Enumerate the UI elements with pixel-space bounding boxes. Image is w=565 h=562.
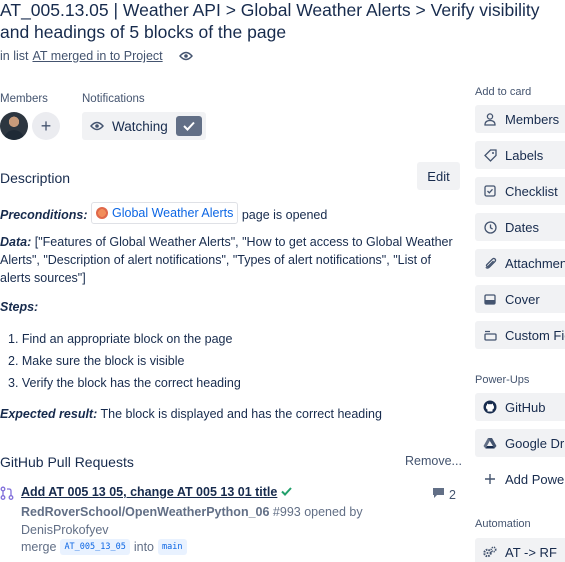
global-weather-alerts-link[interactable]: Global Weather Alerts xyxy=(91,202,239,224)
sidebar-labels-label: Labels xyxy=(505,147,544,163)
step-item: 1. Find an appropriate block on the page xyxy=(8,332,233,346)
expected-label: Expected result: xyxy=(0,407,98,421)
watch-button[interactable]: Watching xyxy=(82,112,206,140)
comment-count: 2 xyxy=(449,487,456,502)
github-pr-heading: GitHub Pull Requests xyxy=(0,454,134,470)
sidebar-labels-button[interactable]: Labels xyxy=(475,141,565,169)
check-icon xyxy=(176,116,202,136)
data-text: ["Features of Global Weather Alerts", "H… xyxy=(0,235,453,285)
sidebar-members-label: Members xyxy=(505,111,560,127)
pr-details: RedRoverSchool/OpenWeatherPython_06 #993… xyxy=(21,503,381,539)
plus-icon xyxy=(483,472,497,486)
custom-fields-icon xyxy=(483,328,497,342)
sidebar-attachment-label: Attachment xyxy=(505,255,565,271)
sidebar-dates-button[interactable]: Dates xyxy=(475,213,565,241)
sidebar-checklist-label: Checklist xyxy=(505,183,558,199)
expected-text: The block is displayed and has the corre… xyxy=(100,407,382,421)
add-to-card-label: Add to card xyxy=(475,86,532,98)
preconditions-rest: page is opened xyxy=(241,208,328,222)
tag-icon xyxy=(483,148,497,162)
merge-word: merge xyxy=(21,540,57,554)
remove-button[interactable]: Remove... xyxy=(405,454,462,468)
person-icon xyxy=(483,112,497,126)
sidebar-members-button[interactable]: Members xyxy=(475,105,565,133)
sidebar-checklist-button[interactable]: Checklist xyxy=(475,177,565,205)
github-icon xyxy=(483,400,497,414)
preconditions-label: Preconditions: xyxy=(0,208,88,222)
sidebar-automation-button[interactable]: AT -> RF xyxy=(475,538,565,562)
pr-number: #993 opened by xyxy=(272,505,363,519)
steps-label: Steps: xyxy=(0,300,39,314)
pr-comments[interactable]: 2 xyxy=(432,487,456,502)
target-branch-badge: main xyxy=(158,539,187,555)
sidebar-attachment-button[interactable]: Attachment xyxy=(475,249,565,277)
add-member-button[interactable]: + xyxy=(32,112,60,140)
sidebar-google-drive-button[interactable]: Google Drive xyxy=(475,429,565,457)
in-list-row: in list AT merged in to Project xyxy=(0,49,193,63)
sidebar-add-powerups-button[interactable]: Add Power-Ups xyxy=(475,465,565,493)
sidebar-cover-label: Cover xyxy=(505,291,540,307)
automation-label: Automation xyxy=(475,518,531,530)
eye-icon xyxy=(90,119,104,133)
google-drive-icon xyxy=(483,436,497,450)
pull-request-icon xyxy=(0,486,14,505)
sidebar-github-button[interactable]: GitHub xyxy=(475,393,565,421)
pr-repo[interactable]: RedRoverSchool/OpenWeatherPython_06 xyxy=(21,505,269,519)
data-label: Data: xyxy=(0,235,32,249)
notifications-label: Notifications xyxy=(82,93,145,105)
in-list-prefix: in list xyxy=(0,49,29,63)
card-title[interactable]: AT_005.13.05 | Weather API > Global Weat… xyxy=(0,0,565,43)
sidebar-automation-label: AT -> RF xyxy=(505,544,557,560)
step-item: 2. Make sure the block is visible xyxy=(8,354,185,368)
description-heading: Description xyxy=(0,170,71,186)
checklist-icon xyxy=(483,184,497,198)
favicon-icon xyxy=(96,207,108,219)
comment-icon xyxy=(432,487,445,502)
plus-icon: + xyxy=(40,115,52,136)
data-line: Data: ["Features of Global Weather Alert… xyxy=(0,233,462,287)
cover-icon xyxy=(483,292,497,306)
pr-title: Add AT 005 13 05, change AT 005 13 01 ti… xyxy=(21,485,278,499)
smart-link-label: Global Weather Alerts xyxy=(112,206,234,220)
preconditions-line: Preconditions: Global Weather Alerts pag… xyxy=(0,202,327,224)
sidebar-google-drive-label: Google Drive xyxy=(505,435,565,451)
watch-label: Watching xyxy=(112,118,168,134)
pr-title-link[interactable]: Add AT 005 13 05, change AT 005 13 01 ti… xyxy=(21,485,293,499)
powerups-label: Power-Ups xyxy=(475,374,530,386)
edit-description-button[interactable]: Edit xyxy=(417,162,460,190)
paperclip-icon xyxy=(483,256,497,270)
sidebar-add-powerups-label: Add Power-Ups xyxy=(505,471,565,487)
sidebar-github-label: GitHub xyxy=(505,399,546,415)
check-icon xyxy=(281,485,293,499)
members-label: Members xyxy=(0,93,48,105)
gears-icon xyxy=(483,545,497,559)
expected-result-line: Expected result: The block is displayed … xyxy=(0,405,382,423)
pr-author: DenisProkofyev xyxy=(21,523,109,537)
card-title-line-1: AT_005.13.05 | Weather API > Global Weat… xyxy=(0,0,540,20)
sidebar-custom-fields-label: Custom Fields xyxy=(505,327,565,343)
steps-list: 1. Find an appropriate block on the page… xyxy=(8,330,241,396)
clock-icon xyxy=(483,220,497,234)
step-item: 3. Verify the block has the correct head… xyxy=(8,376,241,390)
list-link[interactable]: AT merged in to Project xyxy=(32,49,162,63)
sidebar-custom-fields-button[interactable]: Custom Fields xyxy=(475,321,565,349)
sidebar-dates-label: Dates xyxy=(505,219,539,235)
source-branch-badge: AT_005_13_05 xyxy=(60,539,130,555)
avatar[interactable] xyxy=(0,112,28,140)
sidebar-cover-button[interactable]: Cover xyxy=(475,285,565,313)
card-title-line-2: and headings of 5 blocks of the page xyxy=(0,22,287,42)
eye-icon xyxy=(178,51,193,61)
into-word: into xyxy=(133,540,155,554)
pr-merge-line: merge AT_005_13_05 into main xyxy=(21,539,187,555)
